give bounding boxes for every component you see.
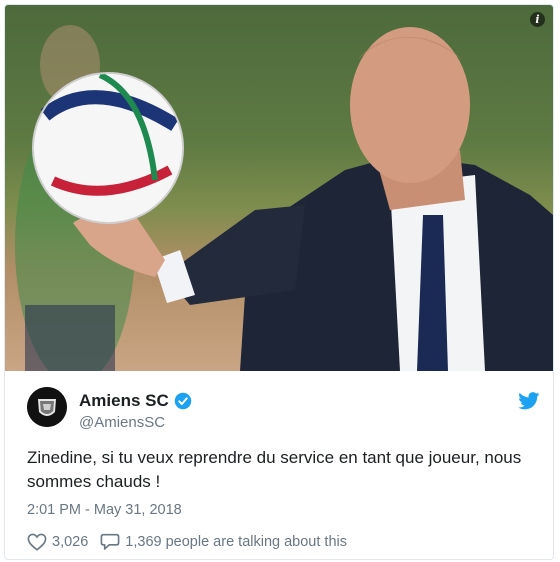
name-row: Amiens SC [79,391,192,411]
avatar[interactable] [27,387,67,427]
twitter-bird-icon[interactable] [518,392,540,410]
info-icon[interactable]: i [530,12,545,27]
photo-illustration [15,25,553,371]
verified-badge-icon [174,392,191,410]
heart-icon [27,533,47,551]
like-action[interactable]: 3,026 [27,533,88,551]
tweet-card: i Amiens SC @AmiensSC Zinedine, si tu ve… [4,4,554,560]
like-count: 3,026 [52,534,89,550]
tweet-actions: 3,026 1,369 people are talking about thi… [27,531,359,553]
user-handle[interactable]: @AmiensSC [79,414,165,431]
conversation-count: 1,369 people are talking about this [125,534,347,550]
club-crest-icon [27,387,67,427]
tweet-timestamp[interactable]: 2:01 PM - May 31, 2018 [27,502,182,518]
tweet-header: Amiens SC @AmiensSC [27,387,542,435]
display-name[interactable]: Amiens SC [79,391,169,411]
tweet-text: Zinedine, si tu veux reprendre du servic… [27,448,522,491]
tweet-photo[interactable]: i [5,5,553,371]
conversation-action[interactable]: 1,369 people are talking about this [100,533,347,551]
speech-bubble-icon [100,533,120,550]
